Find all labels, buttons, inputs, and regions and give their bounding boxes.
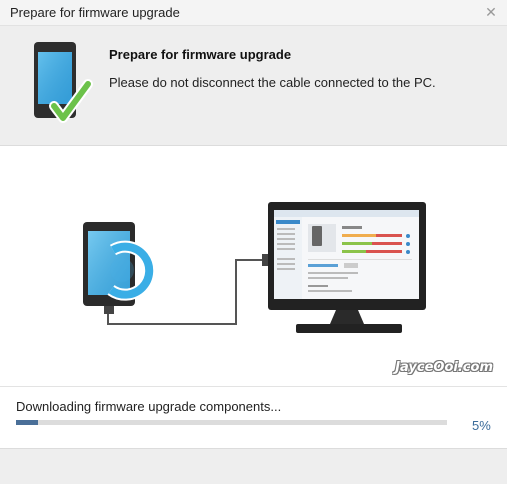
watermark-text: JayceOoi.com: [395, 360, 493, 375]
progress-percent: 5%: [472, 418, 491, 433]
progress-label: Downloading firmware upgrade components.…: [16, 399, 282, 414]
title-bar: Prepare for firmware upgrade ✕: [0, 0, 507, 26]
close-icon[interactable]: ✕: [483, 4, 499, 20]
phone-check-icon: [34, 42, 93, 123]
monitor-graphic: [268, 202, 426, 333]
footer-bar: [0, 448, 507, 484]
connection-illustration: JayceOoi.com: [0, 146, 507, 386]
progress-bar: [16, 420, 447, 425]
header-panel: Prepare for firmware upgrade Please do n…: [0, 26, 507, 146]
header-title: Prepare for firmware upgrade: [109, 47, 292, 62]
progress-bar-fill: [16, 420, 38, 425]
phone-to-pc-graphic: [83, 202, 426, 333]
divider: [0, 386, 507, 387]
window-title: Prepare for firmware upgrade: [10, 5, 180, 20]
header-subtitle: Please do not disconnect the cable conne…: [109, 75, 436, 90]
